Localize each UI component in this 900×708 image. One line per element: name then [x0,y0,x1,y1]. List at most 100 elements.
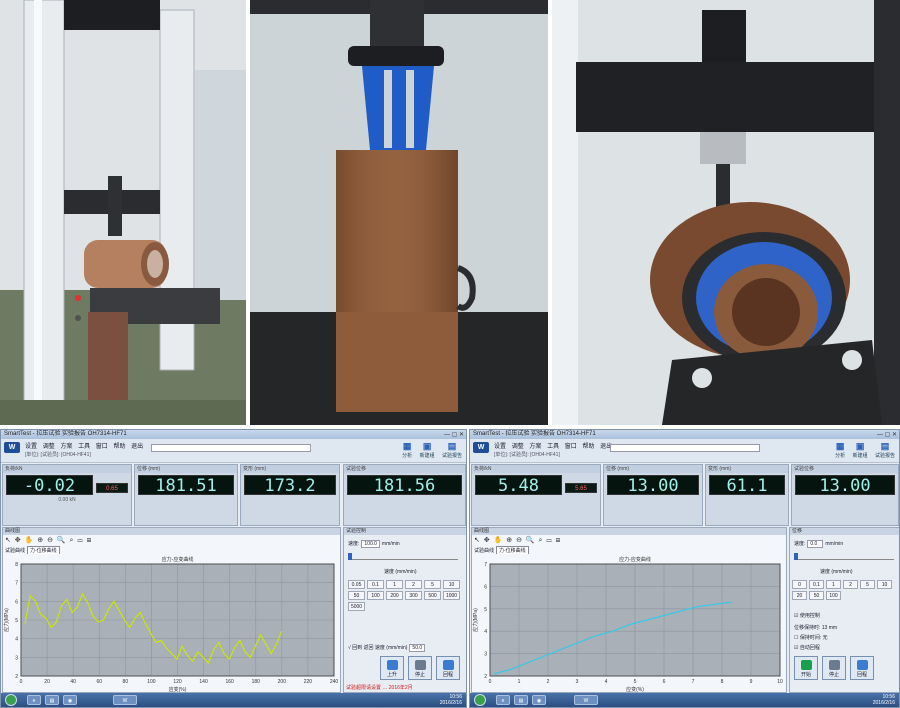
speed-preset-button[interactable]: 100 [826,591,841,600]
menu-item[interactable]: 工具 [78,444,90,450]
y-tick-label: 5 [484,607,487,613]
report-button[interactable]: ▤ 试验报告 [442,441,462,459]
taskbar-smarttest-icon[interactable]: W [113,695,137,705]
menu-item[interactable]: 工具 [547,444,559,450]
speed-preset-button[interactable]: 1000 [443,591,460,600]
speed-preset-button[interactable]: 100 [367,591,384,600]
speed-preset-button[interactable]: 5 [424,580,441,589]
speed-preset-button[interactable]: 5 [860,580,875,589]
menu-item[interactable]: 调整 [512,444,524,450]
speed-preset-button[interactable]: 2 [843,580,858,589]
taskbar-app-icon[interactable]: e [496,695,510,705]
stop-button[interactable]: 停止 [822,656,846,680]
speed-preset-button[interactable]: 1 [386,580,403,589]
menu-item[interactable]: 退出 [131,444,143,450]
report-button[interactable]: ▤ 试验报告 [875,441,895,459]
speed-preset-button[interactable]: 500 [424,591,441,600]
stop-button[interactable]: 停止 [408,656,432,680]
speed-preset-button[interactable]: 0.05 [348,580,365,589]
x-tick-label: 200 [278,679,287,685]
displacement-readout-header: 位移 (mm) [135,465,237,473]
taskbar-app-icon[interactable]: e [27,695,41,705]
speed-preset-button[interactable]: 0.1 [367,580,384,589]
use-control-option[interactable]: ☑ 使用控制 [794,612,820,619]
speed-input[interactable]: 0.0 [807,540,824,548]
taskbar-app-icon[interactable]: ◉ [63,695,77,705]
curve-selector: 试验曲线 力-位移曲线 [472,546,786,554]
curve-selector-dropdown[interactable]: 力-位移曲线 [27,546,60,554]
menu-item[interactable]: 方案 [60,444,72,450]
taskbar-smarttest-icon[interactable]: W [574,695,598,705]
clock-date: 2016/2/16 [872,700,895,706]
start-button[interactable] [474,694,486,706]
speed-preset-button[interactable]: 300 [405,591,422,600]
speed-slider[interactable] [794,553,894,560]
speed-slider[interactable] [348,553,458,560]
speed-input[interactable]: 100.0 [361,540,380,548]
scheme-dropdown[interactable] [610,444,760,452]
y-tick-label: 3 [15,655,18,661]
speed-unit: mm/min [381,541,400,547]
menu-item[interactable]: 调整 [43,444,55,450]
chart-toolbar[interactable]: ↖ ✥ ✋ ⊕ ⊖ 🔍 ⌕ ▭ ⊞ [472,535,786,546]
new-group-icon: ▣ [422,441,432,451]
new-group-button[interactable]: ▣ 新建组 [420,441,435,459]
speed-preset-button[interactable]: 50 [809,591,824,600]
return-check[interactable]: √ 回到 [348,645,362,651]
speed-preset-button[interactable]: 10 [877,580,892,589]
speed-preset-button[interactable]: 50 [348,591,365,600]
left-control-panel: 试验控制 速度: 100.0 mm/min 速度 (mm/min) 0.05 0.1… [343,527,466,693]
return-speed-input[interactable]: 50.0 [409,644,426,652]
speed-preset-button[interactable]: 20 [792,591,807,600]
speed-preset-button[interactable]: 1 [826,580,841,589]
menu-item[interactable]: 方案 [529,444,541,450]
menu-item[interactable]: 窗口 [565,444,577,450]
speed-preset-button[interactable]: 200 [386,591,403,600]
menu-item[interactable]: 帮助 [113,444,125,450]
curve-selector-dropdown[interactable]: 力-位移曲线 [496,546,529,554]
load-readout-panel: 负荷/kN 5.48 5.65 [471,464,601,526]
speed-preset-button[interactable]: 0 [792,580,807,589]
load-readout-value: -0.02 [6,475,93,496]
taskbar-app-icon[interactable]: ◉ [532,695,546,705]
analysis-icon: ▦ [402,441,412,451]
x-tick-label: 1 [518,679,521,685]
auto-return-option[interactable]: ☑ 自动回程 [794,644,820,651]
taskbar-app-icon[interactable]: ▤ [45,695,59,705]
slider-handle[interactable] [348,553,352,560]
return-button[interactable]: 回程 [436,656,460,680]
speed-preset-button[interactable]: 0.1 [809,580,824,589]
start-button[interactable] [5,694,17,706]
hold-time-option[interactable]: ☐ 保持时间: 无 [794,634,828,641]
analysis-button[interactable]: ▦ 分析 [402,441,412,459]
taskbar-app-icon[interactable]: ▤ [514,695,528,705]
menu-item[interactable]: 窗口 [96,444,108,450]
load-readout-unit: 0.00 kN [58,497,76,503]
y-axis-label: 应力(MPa) [3,608,10,632]
photo-testing-machine [0,0,246,425]
slider-handle[interactable] [794,553,798,560]
chart-toolbar[interactable]: ↖ ✥ ✋ ⊕ ⊖ 🔍 ⌕ ▭ ⊞ [3,535,340,546]
window-controls[interactable]: — ▢ ✕ [444,431,464,438]
return-button[interactable]: 回程 [850,656,874,680]
report-label: 试验报告 [874,453,895,459]
x-tick-label: 6 [663,679,666,685]
speed-preset-buttons: 0 0.1 1 2 5 10 20 50 100 [792,580,892,600]
menu-item[interactable]: 帮助 [582,444,594,450]
hold-position-option[interactable]: 位移保持时: 13 mm [794,624,837,631]
speed-preset-button[interactable]: 10 [443,580,460,589]
scheme-dropdown[interactable] [151,444,311,452]
load-readout-panel: 负荷/kN -0.02 0.65 0.00 kN [2,464,132,526]
action-buttons: 上升 停止 回程 [380,656,460,680]
speed-preset-button[interactable]: 2 [405,580,422,589]
control-panel-header: 位移 [790,528,899,535]
menu-item[interactable]: 设置 [494,444,506,450]
new-group-button[interactable]: ▣ 新建组 [853,441,868,459]
window-title: SmartTest - 拉压试验 实验报告 OH7314-HF71 [1,430,466,439]
speed-preset-button[interactable]: 5000 [348,602,365,611]
menu-item[interactable]: 设置 [25,444,37,450]
window-controls[interactable]: — ▢ ✕ [877,431,897,438]
up-button[interactable]: 上升 [380,656,404,680]
analysis-button[interactable]: ▦ 分析 [835,441,845,459]
start-button[interactable]: 开始 [794,656,818,680]
